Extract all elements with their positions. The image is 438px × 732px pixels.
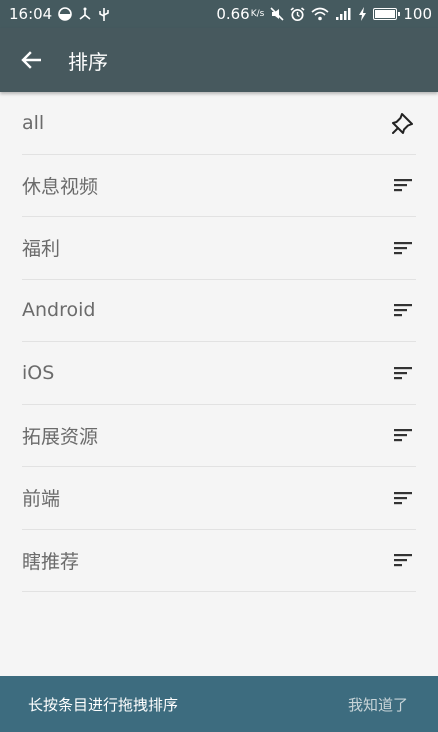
usb-icon [98, 7, 110, 22]
list-item[interactable]: Android [22, 280, 416, 342]
usb-share-icon [78, 7, 92, 21]
list-item[interactable]: 福利 [22, 217, 416, 280]
sort-list: all 休息视频福利 Android iOS 拓展资源前端瞎推荐 [0, 92, 438, 592]
sort-handle-icon[interactable] [390, 297, 416, 323]
network-speed: 0.66 K/s [216, 5, 265, 23]
charging-icon [358, 7, 367, 21]
sort-handle-icon[interactable] [390, 547, 416, 573]
alarm-icon [290, 6, 305, 22]
list-item-label: iOS [22, 361, 55, 384]
pin-icon[interactable] [390, 110, 416, 136]
status-bar-right: 0.66 K/s 100 [216, 5, 432, 23]
list-item-label: Android [22, 299, 96, 322]
list-item-label: 休息视频 [22, 175, 99, 198]
drag-hint-text: 长按条目进行拖拽排序 [28, 695, 179, 714]
sort-handle-icon[interactable] [390, 360, 416, 386]
got-it-button[interactable]: 我知道了 [348, 694, 408, 715]
sort-handle-icon[interactable] [390, 235, 416, 261]
screen: 16:04 0.66 K/s 100 排序 all 休息视频 福利 Androi… [0, 0, 438, 732]
hint-bar: 长按条目进行拖拽排序 我知道了 [0, 676, 438, 732]
back-button[interactable] [0, 28, 62, 92]
sort-handle-icon[interactable] [390, 172, 416, 198]
app-bar: 排序 [0, 28, 438, 92]
list-item-label: 拓展资源 [22, 425, 99, 448]
list-item-label: 瞎推荐 [22, 550, 80, 573]
signal-icon [335, 7, 352, 21]
list-item[interactable]: all [22, 92, 416, 155]
list-item-label: 前端 [22, 488, 61, 511]
list-item[interactable]: iOS [22, 342, 416, 405]
list-item-label: 福利 [22, 238, 61, 261]
arrow-left-icon [21, 51, 41, 69]
list-item[interactable]: 拓展资源 [22, 405, 416, 467]
mute-icon [270, 7, 284, 21]
status-bar: 16:04 0.66 K/s 100 [0, 0, 438, 28]
list-item[interactable]: 瞎推荐 [22, 530, 416, 592]
sort-handle-icon[interactable] [390, 422, 416, 448]
list-item-label: all [22, 111, 45, 134]
battery-level: 100 [403, 5, 432, 23]
list-item[interactable]: 休息视频 [22, 155, 416, 217]
battery-fill [375, 10, 396, 18]
page-title: 排序 [68, 49, 108, 74]
half-circle-icon [58, 7, 73, 21]
wifi-icon [311, 7, 329, 21]
status-bar-left: 16:04 [9, 5, 110, 23]
status-time: 16:04 [9, 5, 53, 23]
network-speed-unit: K/s [250, 9, 265, 19]
list-item[interactable]: 前端 [22, 467, 416, 530]
sort-handle-icon[interactable] [390, 485, 416, 511]
battery-icon [373, 8, 401, 20]
